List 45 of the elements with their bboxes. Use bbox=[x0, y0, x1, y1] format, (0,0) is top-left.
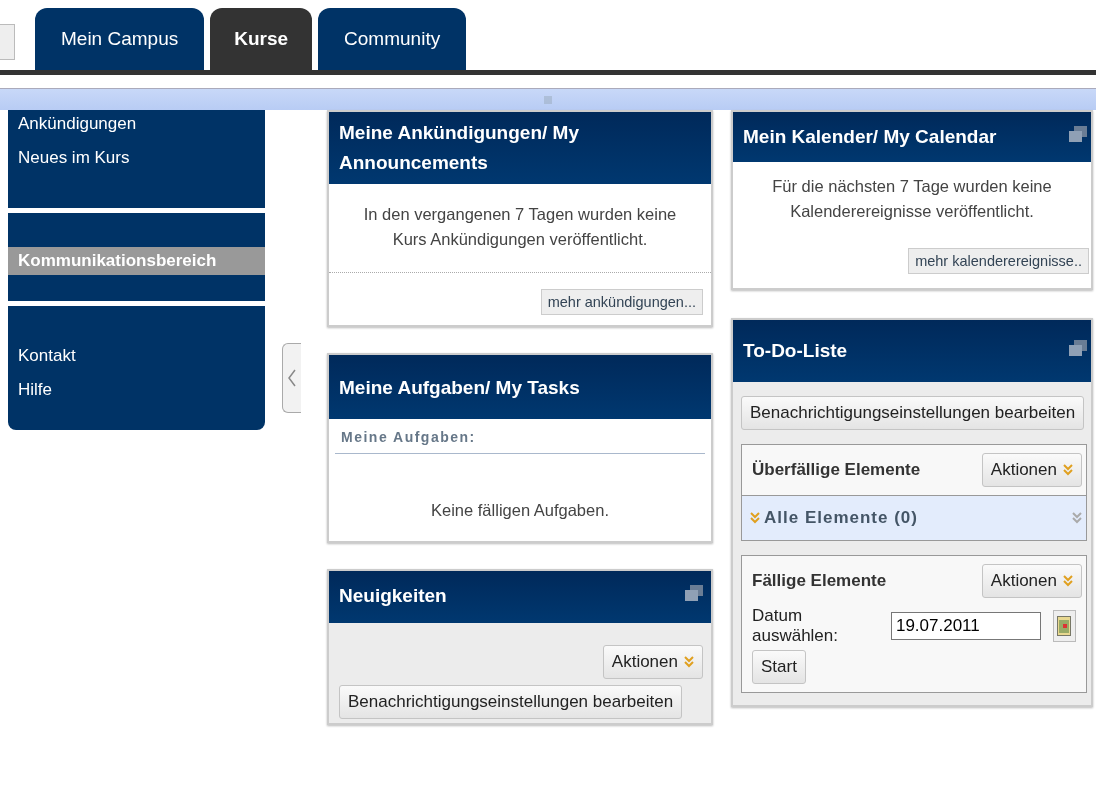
group-bar[interactable]: Alle Elemente (0) bbox=[742, 495, 1086, 540]
windows-icon bbox=[1069, 340, 1087, 356]
group-label: Alle Elemente (0) bbox=[750, 508, 918, 528]
expand-icon bbox=[1072, 512, 1082, 524]
tab-scroll-button[interactable] bbox=[0, 24, 15, 60]
card-title: Meine Ankündigungen/ My Announcements bbox=[339, 121, 580, 175]
card-title: Neuigkeiten bbox=[339, 584, 447, 608]
nav-tab[interactable]: Kurse bbox=[210, 8, 313, 70]
menu-item[interactable]: Ankündigungen bbox=[8, 110, 265, 138]
actions-button[interactable]: Aktionen bbox=[602, 645, 703, 679]
grip-icon bbox=[544, 95, 552, 104]
section-title: Überfällige Elemente bbox=[752, 460, 921, 480]
menu-item[interactable]: Kontakt bbox=[8, 342, 265, 370]
notification-settings-button[interactable]: Benachrichtigungseinstellungen bearbeiten bbox=[339, 685, 683, 719]
card-title: To-Do-Liste bbox=[743, 339, 848, 363]
double-chevron-icon bbox=[1063, 575, 1073, 587]
empty-message: Für die nächsten 7 Tage wurden keine Kalenderereignisse veröffentlicht. bbox=[771, 176, 1053, 222]
chevron-left-icon bbox=[288, 369, 296, 387]
date-label: Datum auswählen: bbox=[752, 606, 839, 646]
windows-icon bbox=[685, 585, 703, 601]
date-field[interactable]: 19.07.2011 bbox=[890, 612, 1041, 640]
card-title: Mein Kalender/ My Calendar bbox=[743, 125, 997, 149]
notification-settings-button[interactable]: Benachrichtigungseinstellungen bearbeiten bbox=[741, 396, 1085, 430]
more-button[interactable]: mehr ankündigungen... bbox=[540, 289, 703, 315]
windows-icon bbox=[1069, 126, 1087, 142]
card-title: Meine Aufgaben/ My Tasks bbox=[339, 376, 580, 400]
collapse-handle[interactable] bbox=[282, 343, 301, 413]
section-label: Meine Aufgaben: bbox=[335, 419, 705, 454]
double-chevron-icon bbox=[750, 512, 760, 524]
empty-message: Keine fälligen Aufgaben. bbox=[430, 500, 610, 521]
empty-message: In den vergangenen 7 Tagen wurden keine Kurs Ankündigungen veröffentlicht. bbox=[362, 204, 678, 250]
double-chevron-icon bbox=[1063, 464, 1073, 476]
nav-tab[interactable]: Mein Campus bbox=[35, 8, 205, 70]
actions-button[interactable]: Aktionen bbox=[981, 564, 1082, 598]
nav-tab[interactable]: Community bbox=[318, 8, 467, 70]
calendar-button[interactable] bbox=[1052, 610, 1076, 642]
menu-item[interactable]: Neues im Kurs bbox=[8, 144, 265, 172]
calendar-icon bbox=[1057, 616, 1072, 636]
more-button[interactable]: mehr kalenderereignisse.. bbox=[908, 248, 1089, 274]
actions-button[interactable]: Aktionen bbox=[981, 453, 1082, 487]
menu-item[interactable]: Hilfe bbox=[8, 376, 265, 404]
splitter-bar[interactable] bbox=[0, 88, 1096, 110]
double-chevron-icon bbox=[684, 656, 694, 668]
start-button[interactable]: Start bbox=[752, 650, 806, 684]
section-title: Fällige Elemente bbox=[752, 571, 887, 591]
